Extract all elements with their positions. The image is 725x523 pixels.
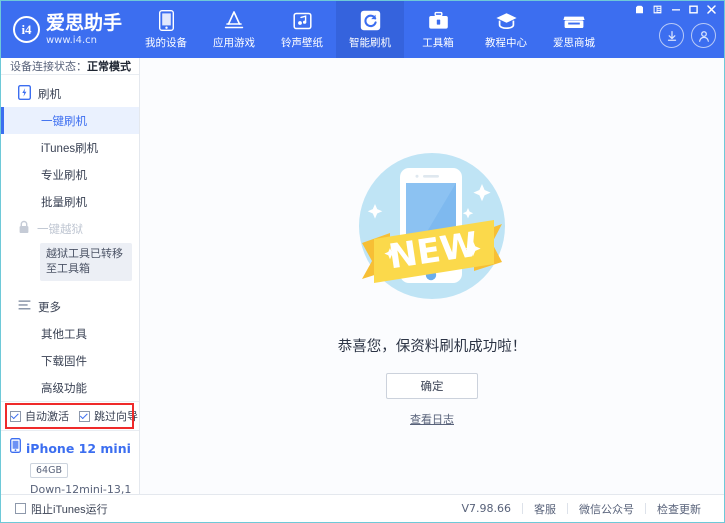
list-icon	[18, 299, 31, 314]
nav-item-toolbox[interactable]: 工具箱	[404, 1, 472, 58]
sidebar-item-label: 一键刷机	[41, 113, 87, 129]
device-icon	[159, 10, 174, 32]
nav-label: 应用游戏	[213, 35, 255, 50]
sidebar-group-flash[interactable]: 刷机	[1, 80, 139, 107]
app-title: 爱思助手	[46, 14, 122, 33]
checkbox-auto-activate[interactable]: 自动激活	[10, 408, 69, 424]
sidebar-item-itunes-flash[interactable]: iTunes刷机	[1, 134, 139, 161]
wechat-official-link[interactable]: 微信公众号	[568, 501, 645, 517]
checkbox-label: 自动激活	[25, 408, 69, 424]
nav-label: 我的设备	[145, 35, 187, 50]
app-logo: i4 爱思助手 www.i4.cn	[1, 1, 132, 58]
status-value: 正常模式	[87, 58, 131, 74]
main-scrollbar[interactable]	[720, 58, 724, 494]
sidebar-group-label: 更多	[38, 299, 61, 315]
sidebar-item-label: iTunes刷机	[41, 140, 98, 156]
nav-label: 爱思商城	[553, 35, 595, 50]
menu-icon[interactable]	[649, 2, 666, 17]
download-circle-icon[interactable]	[659, 23, 684, 48]
maximize-icon[interactable]	[685, 2, 702, 17]
app-version: V7.98.66	[450, 502, 522, 515]
appstore-icon	[223, 10, 245, 32]
jailbreak-moved-tooltip: 越狱工具已转移至工具箱	[40, 243, 132, 281]
sidebar-item-one-key-flash[interactable]: 一键刷机	[1, 107, 139, 134]
titlebar-actions	[659, 23, 716, 48]
nav-item-aisi-store[interactable]: 爱思商城	[540, 1, 608, 58]
sidebar-item-label: 高级功能	[41, 380, 87, 396]
logo-mark-icon: i4	[13, 16, 40, 43]
content-area: 设备连接状态：正常模式 刷机 一键刷机 iTunes刷机 专业刷机	[1, 58, 724, 494]
sidebar-item-label: 其他工具	[41, 326, 87, 342]
sidebar: 设备连接状态：正常模式 刷机 一键刷机 iTunes刷机 专业刷机	[1, 58, 140, 494]
flash-device-icon	[18, 85, 31, 103]
aisi-assistant-window: i4 爱思助手 www.i4.cn 我的设备 应用游戏	[0, 0, 725, 523]
minimize-icon[interactable]	[667, 2, 684, 17]
device-model: Down-12mini-13,1	[30, 483, 139, 496]
check-update-link[interactable]: 检查更新	[646, 501, 712, 517]
app-url: www.i4.cn	[46, 36, 122, 46]
nav-label: 教程中心	[485, 35, 527, 50]
customer-service-link[interactable]: 客服	[523, 501, 567, 517]
main-panel: NEW 恭喜您，保资料刷机成功啦！ 确定 查看日志	[140, 58, 724, 494]
window-controls	[631, 2, 720, 17]
nav-item-smart-flash[interactable]: 智能刷机	[336, 1, 404, 58]
checkbox-skip-wizard[interactable]: 跳过向导	[79, 408, 138, 424]
checkbox-box[interactable]	[79, 411, 90, 422]
nav-item-apps-games[interactable]: 应用游戏	[200, 1, 268, 58]
titlebar: i4 爱思助手 www.i4.cn 我的设备 应用游戏	[1, 1, 724, 58]
nav-item-ringtones-wallpaper[interactable]: 铃声壁纸	[268, 1, 336, 58]
toolbox-icon	[428, 10, 449, 32]
sidebar-group-label: 一键越狱	[37, 221, 83, 237]
sidebar-group-more[interactable]: 更多	[1, 293, 139, 320]
sidebar-item-pro-flash[interactable]: 专业刷机	[1, 161, 139, 188]
sidebar-item-label: 专业刷机	[41, 167, 87, 183]
statusbar-links: V7.98.66 客服 微信公众号 检查更新	[450, 501, 712, 517]
device-connection-status: 设备连接状态：正常模式	[1, 58, 139, 75]
device-name: iPhone 12 mini	[26, 441, 131, 456]
flash-options: 自动激活 跳过向导	[1, 401, 139, 430]
confirm-button[interactable]: 确定	[386, 373, 478, 399]
lock-icon	[18, 220, 30, 237]
nav-label: 铃声壁纸	[281, 35, 323, 50]
main-nav: 我的设备 应用游戏 铃声壁纸 智能刷机	[132, 1, 608, 58]
user-circle-icon[interactable]	[691, 23, 716, 48]
close-icon[interactable]	[703, 2, 720, 17]
phone-icon	[10, 438, 21, 458]
connected-device-info[interactable]: iPhone 12 mini 64GB Down-12mini-13,1	[1, 430, 139, 504]
sidebar-item-label: 下载固件	[41, 353, 87, 369]
sidebar-item-batch-flash[interactable]: 批量刷机	[1, 188, 139, 215]
checkbox-box[interactable]	[10, 411, 21, 422]
nav-item-tutorial-center[interactable]: 教程中心	[472, 1, 540, 58]
refresh-icon	[360, 10, 381, 32]
sidebar-item-other-tools[interactable]: 其他工具	[1, 320, 139, 347]
music-icon	[293, 10, 312, 32]
new-phone-badge-illustration: NEW	[342, 136, 522, 321]
sidebar-group-label: 刷机	[38, 86, 61, 102]
device-capacity-badge: 64GB	[30, 463, 68, 478]
shop-icon	[562, 10, 586, 32]
checkbox-label: 跳过向导	[94, 408, 138, 424]
success-message: 恭喜您，保资料刷机成功啦！	[338, 335, 527, 356]
view-log-link[interactable]: 查看日志	[410, 411, 454, 427]
nav-label: 工具箱	[422, 35, 454, 50]
sidebar-item-download-firmware[interactable]: 下载固件	[1, 347, 139, 374]
nav-label: 智能刷机	[349, 35, 391, 50]
status-label: 设备连接状态：	[10, 58, 87, 74]
sidebar-item-advanced[interactable]: 高级功能	[1, 374, 139, 401]
sidebar-group-jailbreak: 一键越狱	[1, 215, 139, 242]
checkbox-box[interactable]	[15, 503, 26, 514]
sidebar-item-label: 批量刷机	[41, 194, 87, 210]
sidebar-menu: 刷机 一键刷机 iTunes刷机 专业刷机 批量刷机	[1, 75, 139, 401]
skin-icon[interactable]	[631, 2, 648, 17]
graduation-cap-icon	[495, 10, 518, 32]
nav-item-my-device[interactable]: 我的设备	[132, 1, 200, 58]
